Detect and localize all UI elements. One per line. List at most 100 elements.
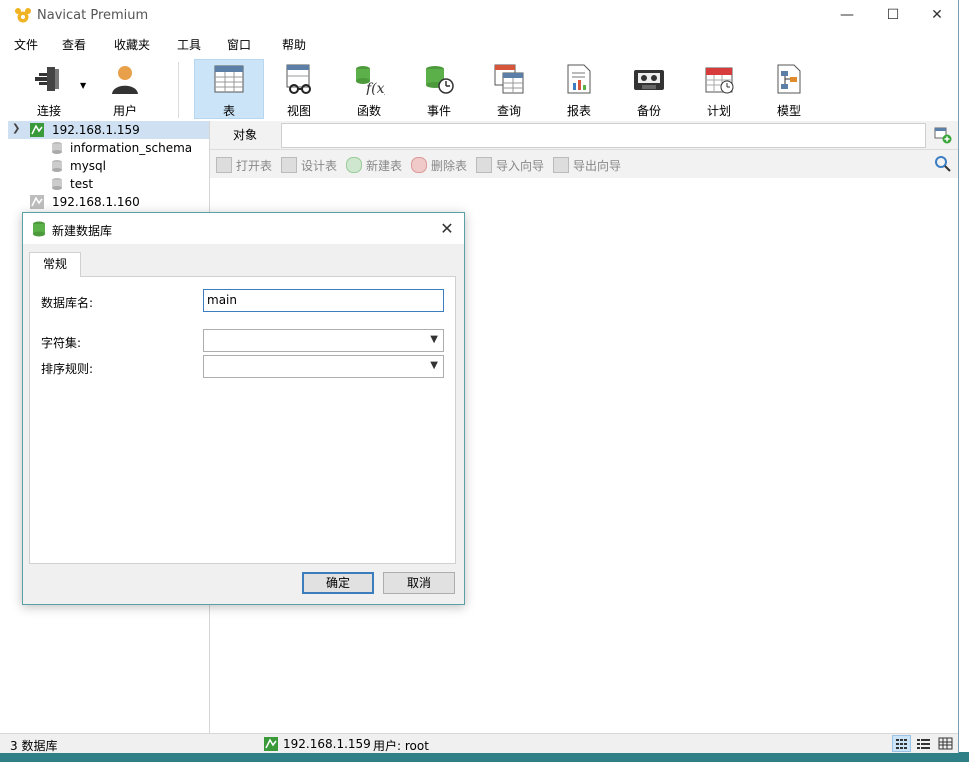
tree-db-label: information_schema bbox=[70, 141, 193, 155]
export-icon bbox=[553, 157, 569, 173]
user-icon bbox=[112, 66, 138, 94]
user-label: 用户 bbox=[112, 104, 137, 118]
design-table-icon bbox=[281, 157, 297, 173]
menu-view[interactable]: 查看 bbox=[62, 36, 86, 53]
backup-button[interactable]: 备份 bbox=[614, 59, 684, 119]
search-icon[interactable] bbox=[934, 155, 952, 173]
tree-connection-192-168-1-160[interactable]: 192.168.1.160 bbox=[8, 193, 209, 211]
grid-view-icon bbox=[938, 737, 953, 750]
minimize-icon: — bbox=[840, 7, 854, 23]
minimize-button[interactable]: — bbox=[824, 0, 870, 30]
backup-label: 备份 bbox=[636, 104, 661, 118]
report-icon bbox=[567, 64, 591, 94]
new-table-icon bbox=[346, 157, 362, 173]
detail-view-button[interactable] bbox=[914, 735, 933, 752]
function-icon: f(x) bbox=[356, 66, 385, 95]
design-table-label: 设计表 bbox=[301, 159, 338, 173]
tab-objects[interactable]: 对象 bbox=[210, 121, 280, 149]
list-view-icon bbox=[896, 739, 907, 749]
charset-select[interactable]: ▼ bbox=[203, 329, 444, 352]
view-label: 视图 bbox=[286, 104, 311, 118]
event-icon bbox=[426, 66, 454, 94]
tree-db-test[interactable]: test bbox=[8, 175, 209, 193]
collation-select[interactable]: ▼ bbox=[203, 355, 444, 378]
database-icon bbox=[52, 142, 62, 154]
db-name-label: 数据库名: bbox=[41, 296, 94, 310]
export-wizard-button[interactable]: 导出向导 bbox=[553, 157, 621, 174]
query-icon bbox=[494, 64, 524, 94]
report-button[interactable]: 报表 bbox=[544, 59, 614, 119]
open-table-icon bbox=[216, 157, 232, 173]
table-button[interactable]: 表 bbox=[194, 59, 264, 119]
menu-favorites[interactable]: 收藏夹 bbox=[114, 36, 150, 53]
mysql-connection-icon bbox=[264, 737, 278, 751]
open-table-button[interactable]: 打开表 bbox=[216, 157, 272, 174]
close-button[interactable]: ✕ bbox=[914, 0, 960, 30]
function-button[interactable]: f(x) 函数 bbox=[334, 59, 404, 119]
new-database-dialog: 新建数据库 ✕ 常规 数据库名: main 字符集: ▼ 排序规则: ▼ 确定 … bbox=[22, 212, 465, 605]
view-mode-switcher bbox=[892, 735, 956, 752]
object-tab-strip bbox=[281, 123, 926, 148]
dialog-title: 新建数据库 bbox=[52, 224, 113, 238]
menu-file[interactable]: 文件 bbox=[14, 36, 38, 53]
database-icon bbox=[52, 178, 62, 190]
menu-tools[interactable]: 工具 bbox=[177, 36, 201, 53]
navicat-logo-icon bbox=[15, 8, 31, 23]
chevron-down-icon[interactable]: ▼ bbox=[80, 81, 86, 90]
view-button[interactable]: 视图 bbox=[264, 59, 334, 119]
maximize-button[interactable]: ☐ bbox=[870, 0, 916, 30]
user-button[interactable]: 用户 bbox=[90, 59, 160, 119]
mysql-connection-icon bbox=[30, 123, 44, 137]
charset-label: 字符集: bbox=[41, 336, 82, 350]
tree-db-information-schema[interactable]: information_schema bbox=[8, 139, 209, 157]
query-button[interactable]: 查询 bbox=[474, 59, 544, 119]
backup-tape-icon bbox=[634, 70, 664, 90]
dialog-close-button[interactable]: ✕ bbox=[437, 219, 457, 239]
status-bar: 3 数据库 192.168.1.159 用户: root bbox=[0, 733, 958, 753]
object-tab-bar: 对象 bbox=[210, 121, 958, 150]
ok-button[interactable]: 确定 bbox=[302, 572, 374, 594]
maximize-icon: ☐ bbox=[886, 7, 900, 23]
tree-db-label: mysql bbox=[70, 159, 106, 173]
design-table-button[interactable]: 设计表 bbox=[281, 157, 337, 174]
db-name-input[interactable]: main bbox=[203, 289, 444, 312]
tree-connection-192-168-1-159[interactable]: ❯ 192.168.1.159 bbox=[8, 121, 209, 139]
tree-db-mysql[interactable]: mysql bbox=[8, 157, 209, 175]
event-button[interactable]: 事件 bbox=[404, 59, 474, 119]
database-icon bbox=[33, 221, 45, 237]
main-toolbar: 连接 ▼ 用户 表 视图 f(x 函数 事件 查询 报表 备份 计划 模型 bbox=[0, 56, 958, 122]
menu-window[interactable]: 窗口 bbox=[227, 36, 251, 53]
er-view-button[interactable] bbox=[936, 735, 955, 752]
event-label: 事件 bbox=[426, 104, 451, 118]
import-wizard-button[interactable]: 导入向导 bbox=[476, 157, 544, 174]
desktop-background bbox=[958, 0, 969, 762]
table-label: 表 bbox=[222, 104, 235, 118]
detail-view-icon bbox=[917, 739, 930, 749]
title-bar: Navicat Premium — ☐ ✕ bbox=[0, 0, 958, 30]
new-table-button[interactable]: 新建表 bbox=[346, 157, 402, 174]
taskbar-area bbox=[0, 752, 969, 762]
cancel-button[interactable]: 取消 bbox=[383, 572, 455, 594]
function-label: 函数 bbox=[356, 104, 381, 118]
import-wizard-label: 导入向导 bbox=[496, 159, 545, 173]
export-wizard-label: 导出向导 bbox=[573, 159, 622, 173]
connect-label: 连接 bbox=[36, 104, 61, 118]
menu-help[interactable]: 帮助 bbox=[282, 36, 306, 53]
new-tab-icon[interactable] bbox=[934, 126, 952, 144]
model-button[interactable]: 模型 bbox=[754, 59, 824, 119]
list-view-button[interactable] bbox=[892, 735, 911, 752]
chevron-down-icon[interactable]: ❯ bbox=[12, 123, 20, 134]
tab-general[interactable]: 常规 bbox=[29, 252, 81, 277]
window-title: Navicat Premium bbox=[37, 8, 149, 23]
toolbar-divider bbox=[178, 62, 179, 118]
collation-label: 排序规则: bbox=[41, 362, 94, 376]
connect-button[interactable]: 连接 ▼ bbox=[14, 59, 86, 119]
chevron-down-icon: ▼ bbox=[430, 360, 438, 371]
status-user: 用户: root bbox=[373, 739, 429, 753]
delete-table-label: 删除表 bbox=[431, 159, 468, 173]
schedule-label: 计划 bbox=[706, 104, 731, 118]
status-db-count: 3 数据库 bbox=[10, 739, 58, 753]
open-table-label: 打开表 bbox=[236, 159, 273, 173]
delete-table-button[interactable]: 删除表 bbox=[411, 157, 467, 174]
schedule-button[interactable]: 计划 bbox=[684, 59, 754, 119]
